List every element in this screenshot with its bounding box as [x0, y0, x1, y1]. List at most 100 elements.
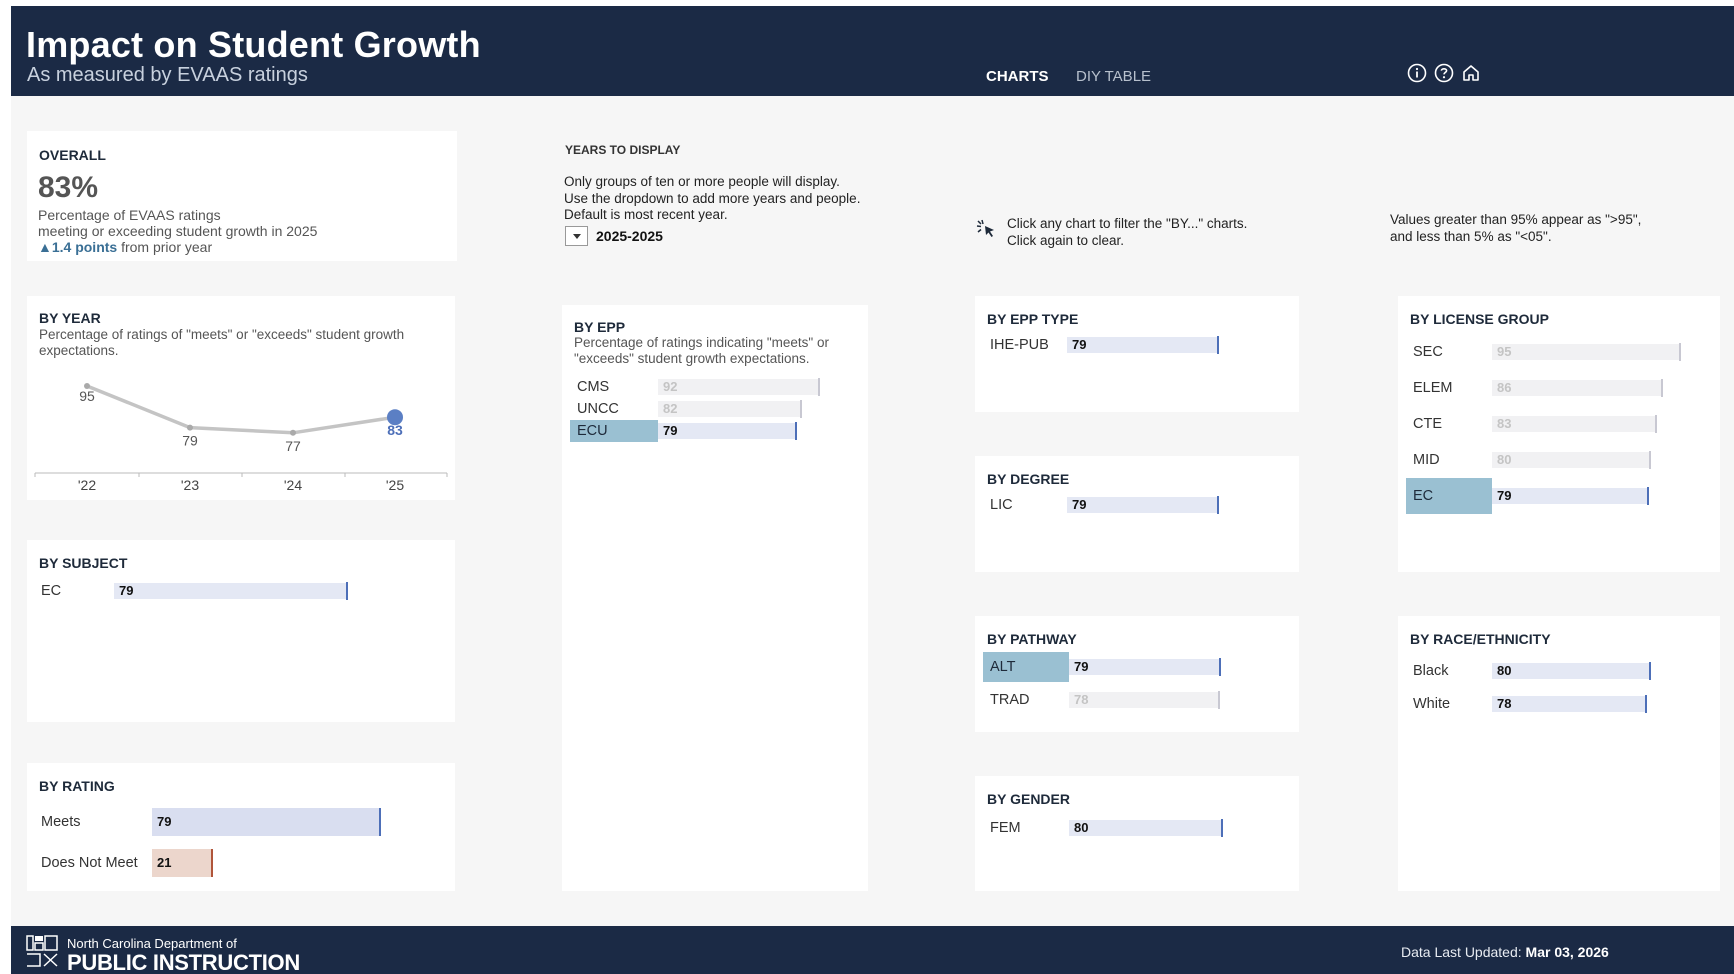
bar[interactable]	[658, 400, 802, 418]
by-epp-title: BY EPP	[574, 319, 626, 335]
filter-hint-2: Click again to clear.	[1007, 232, 1125, 248]
bar-end-marker	[1219, 658, 1221, 676]
by-race-row[interactable]: Black 80	[1406, 660, 1701, 682]
bar[interactable]	[152, 808, 381, 836]
bar-end-marker	[818, 378, 820, 396]
bar[interactable]	[1492, 415, 1657, 433]
by-license-row[interactable]: SEC 95	[1406, 341, 1701, 371]
by-pathway-row[interactable]: ALT 79	[983, 652, 1272, 682]
year-point-label: 79	[182, 433, 198, 449]
year-point-label: 83	[387, 422, 403, 438]
by-gender-title: BY GENDER	[987, 791, 1070, 807]
by-license-row[interactable]: MID 80	[1406, 449, 1701, 479]
data-last-updated: Data Last Updated: Mar 03, 2026	[1401, 944, 1609, 960]
overall-card[interactable]: OVERALL 83% Percentage of EVAAS ratings …	[27, 131, 457, 261]
year-series-line	[86, 384, 396, 435]
by-year-card[interactable]: BY YEAR Percentage of ratings of "meets"…	[27, 296, 455, 500]
by-subject-row[interactable]: EC 79	[34, 580, 420, 602]
bar-end-marker	[1679, 343, 1681, 361]
overall-delta: ▲1.4 points from prior year	[38, 239, 212, 255]
by-license-row[interactable]: ELEM 86	[1406, 377, 1701, 407]
bar[interactable]	[1492, 662, 1651, 680]
home-icon[interactable]	[1460, 62, 1482, 84]
bar[interactable]	[658, 378, 820, 396]
bar-end-marker	[346, 582, 348, 600]
bar[interactable]	[1492, 343, 1681, 361]
by-license-row[interactable]: CTE 83	[1406, 413, 1701, 443]
bar-value: 83	[1497, 416, 1512, 431]
dropdown-arrow-icon[interactable]	[565, 226, 588, 246]
bar[interactable]	[1492, 451, 1651, 469]
by-license-card[interactable]: BY LICENSE GROUP SEC 95 ELEM 86 CTE 83 MID 80 EC…	[1398, 296, 1720, 572]
by-degree-row[interactable]: LIC 79	[983, 494, 1270, 516]
x-tick-label: '22	[78, 477, 96, 493]
by-rating-card[interactable]: BY RATING Meets 79 Does Not Meet 21	[27, 763, 455, 891]
year-point[interactable]	[290, 429, 296, 436]
overall-title: OVERALL	[39, 147, 106, 163]
by-subject-card[interactable]: BY SUBJECT EC 79	[27, 540, 455, 722]
by-degree-card[interactable]: BY DEGREE LIC 79	[975, 456, 1299, 572]
years-note: Only groups of ten or more people will d…	[564, 174, 860, 224]
row-label: EC	[1406, 478, 1492, 514]
bar[interactable]	[1069, 658, 1221, 676]
by-pathway-title: BY PATHWAY	[987, 631, 1077, 647]
by-epp-row[interactable]: ECU 79	[570, 420, 844, 442]
by-epp-card[interactable]: BY EPP Percentage of ratings indicating …	[562, 305, 868, 891]
by-rating-row[interactable]: Meets 79	[34, 808, 452, 836]
by-epp-type-row[interactable]: IHE-PUB 79	[983, 334, 1270, 356]
org-line-1: North Carolina Department of	[67, 936, 237, 951]
bar[interactable]	[1492, 487, 1649, 505]
bar[interactable]	[114, 582, 348, 600]
bar[interactable]	[1067, 496, 1219, 514]
years-selected: 2025-2025	[596, 228, 663, 244]
overall-desc-1: Percentage of EVAAS ratings	[38, 207, 221, 223]
row-label: TRAD	[990, 692, 1030, 708]
by-subject-title: BY SUBJECT	[39, 555, 128, 571]
by-gender-card[interactable]: BY GENDER FEM 80	[975, 776, 1299, 891]
by-license-row[interactable]: EC 79	[1406, 478, 1701, 515]
help-icon[interactable]	[1433, 62, 1455, 84]
bar[interactable]	[1492, 695, 1647, 713]
by-epp-type-title: BY EPP TYPE	[987, 311, 1079, 327]
tab-charts[interactable]: CHARTS	[986, 68, 1049, 85]
year-point-label: 77	[285, 438, 301, 454]
filter-hint: Click any chart to filter the "BY..." ch…	[1007, 216, 1247, 249]
by-epp-type-card[interactable]: BY EPP TYPE IHE-PUB 79	[975, 296, 1299, 412]
footer: North Carolina Department of PUBLIC INST…	[11, 926, 1734, 974]
years-dropdown[interactable]: 2025-2025	[565, 226, 663, 246]
bar[interactable]	[1492, 379, 1663, 397]
bar-value: 79	[119, 583, 134, 598]
delta-suffix: from prior year	[117, 239, 213, 255]
bar-value: 80	[1497, 663, 1512, 678]
by-race-row[interactable]: White 78	[1406, 693, 1701, 715]
years-label: YEARS TO DISPLAY	[565, 143, 681, 157]
by-epp-row[interactable]: CMS 92	[570, 376, 844, 398]
years-note-3: Default is most recent year.	[564, 207, 728, 222]
by-pathway-card[interactable]: BY PATHWAY ALT 79 TRAD 78	[975, 616, 1299, 732]
by-year-line-chart[interactable]: 95 '22 79 '23 77 '24 83 '25	[27, 296, 455, 500]
row-label: CMS	[577, 379, 610, 395]
updated-value: Mar 03, 2026	[1525, 944, 1609, 960]
bar-value: 95	[1497, 344, 1512, 359]
bar[interactable]	[1067, 336, 1219, 354]
tab-diy-table[interactable]: DIY TABLE	[1076, 68, 1151, 85]
by-rating-row[interactable]: Does Not Meet 21	[34, 849, 452, 877]
bar-end-marker	[1649, 451, 1651, 469]
bar[interactable]	[1069, 691, 1220, 709]
row-label: EC	[41, 583, 62, 599]
header-icons	[1406, 62, 1482, 84]
info-icon[interactable]	[1406, 62, 1428, 84]
overall-value: 83%	[38, 171, 99, 204]
bar[interactable]	[658, 422, 797, 440]
bar-value: 78	[1074, 692, 1089, 707]
year-point[interactable]	[187, 424, 193, 431]
by-race-card[interactable]: BY RACE/ETHNICITY Black 80 White 78	[1398, 616, 1720, 891]
by-gender-row[interactable]: FEM 80	[983, 817, 1272, 839]
bar[interactable]	[1069, 819, 1223, 837]
bar-end-marker	[1221, 819, 1223, 837]
row-label: SEC	[1413, 344, 1443, 360]
by-epp-row[interactable]: UNCC 82	[570, 398, 844, 420]
by-pathway-row[interactable]: TRAD 78	[983, 689, 1272, 711]
header: Impact on Student Growth As measured by …	[11, 6, 1734, 96]
x-tick-label: '24	[284, 477, 302, 493]
